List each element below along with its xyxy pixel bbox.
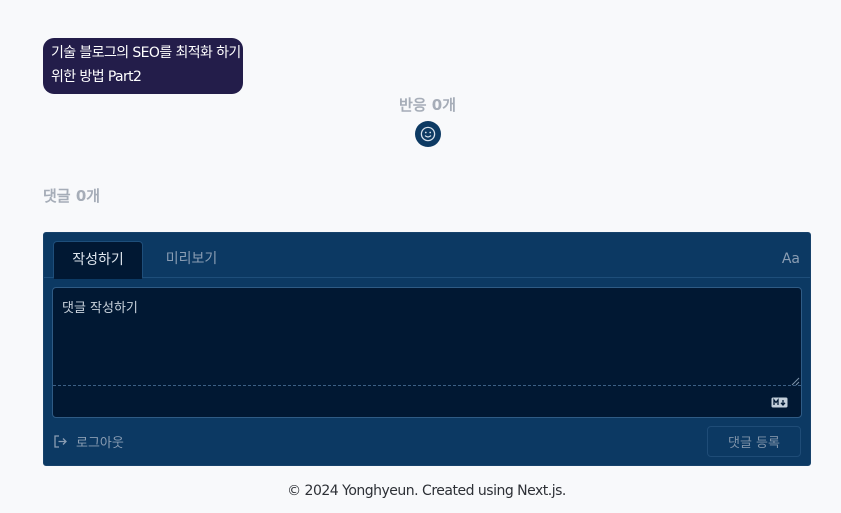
post-title-chip[interactable]: 기술 블로그의 SEO를 최적화 하기 위한 방법 Part2	[43, 38, 243, 94]
post-title-line2: 위한 방법 Part2	[51, 69, 142, 85]
markdown-icon	[771, 397, 788, 408]
comment-input[interactable]	[53, 288, 801, 386]
logout-button[interactable]: 로그아웃	[53, 431, 124, 451]
logout-label: 로그아웃	[76, 435, 124, 451]
reactions-section: 반응 0개	[0, 94, 841, 147]
reactions-count: 반응 0개	[398, 96, 457, 114]
submit-comment-button[interactable]: 댓글 등록	[707, 426, 801, 457]
tab-write[interactable]: 작성하기	[53, 241, 143, 279]
comment-editor: 작성하기 미리보기 Aa 로그아웃 댓글 등록	[43, 232, 811, 466]
post-title-line1: 기술 블로그의 SEO를 최적화 하기	[51, 45, 241, 61]
smile-icon	[420, 126, 435, 142]
sign-out-icon	[54, 434, 67, 448]
text-format-button[interactable]: Aa	[782, 250, 800, 268]
comment-textarea-wrapper	[52, 287, 802, 418]
add-reaction-button[interactable]	[414, 121, 441, 147]
editor-tabs: 작성하기 미리보기 Aa	[44, 233, 810, 279]
resize-grip-icon[interactable]	[791, 377, 800, 386]
comments-count: 댓글 0개	[43, 187, 101, 205]
footer-copyright: © 2024 Yonghyeun. Created using Next.js.	[287, 483, 566, 499]
tab-preview[interactable]: 미리보기	[154, 241, 229, 279]
